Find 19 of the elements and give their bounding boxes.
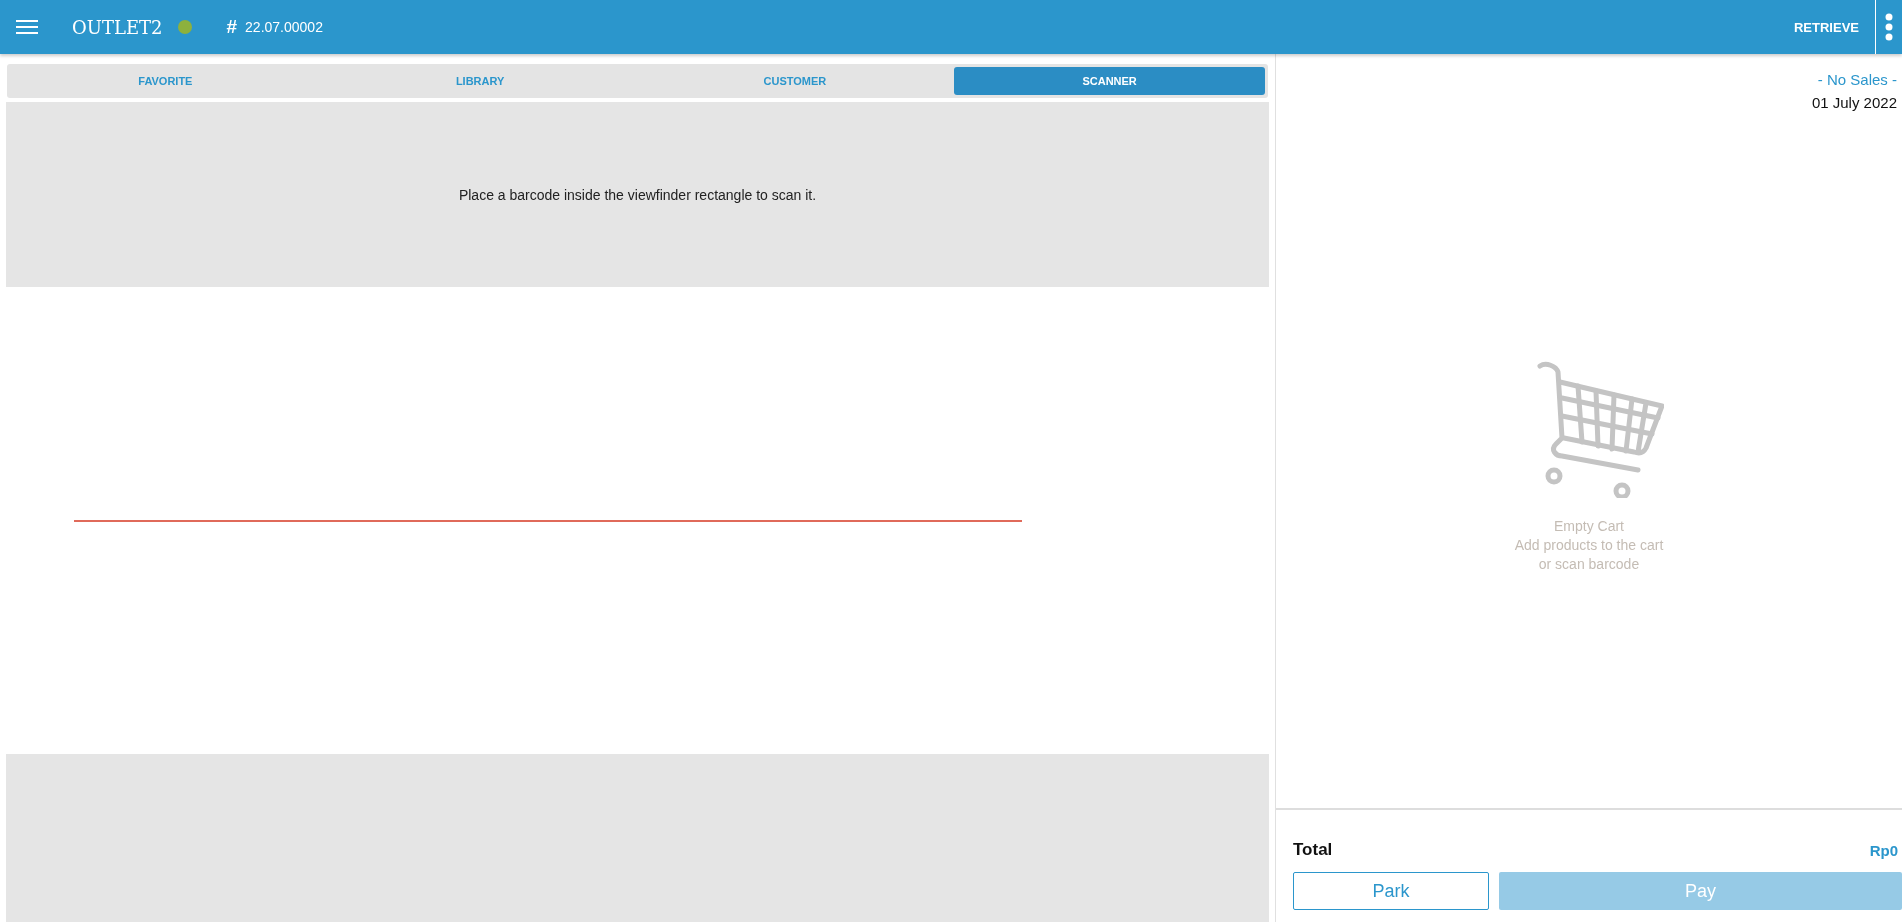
park-button[interactable]: Park: [1293, 872, 1489, 910]
empty-cart-hint: Add products to the cart: [1514, 536, 1664, 553]
tab[interactable]: SCANNER: [954, 67, 1265, 95]
tab[interactable]: FAVORITE: [10, 67, 321, 95]
total-value: Rp0: [1869, 841, 1898, 859]
empty-cart-title: Empty Cart: [1554, 517, 1624, 534]
receipt-number: 22.07.00002: [245, 19, 323, 35]
total-label: Total: [1293, 840, 1333, 860]
tab[interactable]: CUSTOMER: [639, 67, 951, 95]
menu-icon[interactable]: [16, 20, 38, 34]
date-label: 01 July 2022: [1811, 94, 1897, 111]
scanner-message: Place a barcode inside the viewfinder rectangle to scan it.: [458, 186, 817, 203]
more-options-icon[interactable]: [1885, 13, 1893, 41]
hash-symbol: #: [226, 16, 238, 38]
retrieve-button[interactable]: RETRIEVE: [1778, 0, 1875, 54]
tab[interactable]: LIBRARY: [324, 67, 636, 95]
outlet-name: OUTLET2: [72, 16, 163, 38]
empty-cart-hint: or scan barcode: [1538, 555, 1640, 572]
sales-status: - No Sales -: [1817, 71, 1897, 88]
